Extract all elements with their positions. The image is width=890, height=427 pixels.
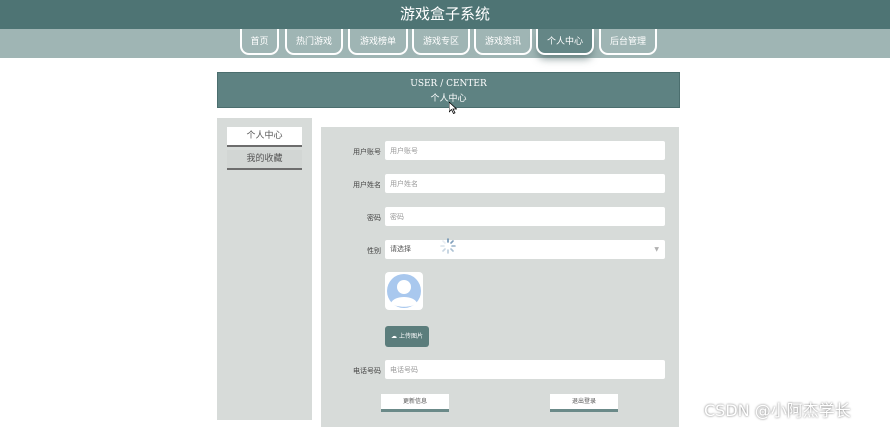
sidebar: 个人中心 我的收藏	[217, 118, 312, 420]
nav-item-game-rankings[interactable]: 游戏榜单	[348, 29, 408, 55]
sidebar-item-user-center[interactable]: 个人中心	[227, 127, 302, 147]
name-label: 用户姓名	[353, 181, 381, 189]
nav-item-hot-games[interactable]: 热门游戏	[285, 29, 343, 55]
gender-select[interactable]: 请选择 ▼	[385, 240, 665, 259]
loading-spinner-icon	[440, 238, 456, 254]
password-input[interactable]	[385, 207, 665, 226]
password-label: 密码	[367, 214, 381, 222]
watermark: CSDN @小阿杰学长	[704, 401, 851, 420]
user-silhouette-icon	[387, 274, 421, 308]
sidebar-item-favorites[interactable]: 我的收藏	[227, 150, 302, 170]
banner-subtitle-en: USER / CENTER	[410, 79, 487, 89]
nav-item-user-center[interactable]: 个人中心	[536, 29, 594, 55]
logout-button[interactable]: 退出登录	[550, 394, 618, 412]
upload-button-label: 上传图片	[398, 333, 423, 340]
phone-label: 电话号码	[353, 367, 381, 375]
nav-item-game-news[interactable]: 游戏资讯	[474, 29, 532, 55]
phone-input[interactable]	[385, 360, 665, 379]
gender-label: 性别	[367, 247, 381, 255]
user-info-form: 用户账号 用户姓名 密码 性别 请选择 ▼ ☁ 上传图片 电话号码 更新信息 退…	[321, 127, 679, 427]
avatar-preview	[385, 272, 423, 310]
mouse-cursor-icon	[449, 102, 457, 114]
name-input[interactable]	[385, 174, 665, 193]
account-input[interactable]	[385, 141, 665, 160]
nav-item-game-zone[interactable]: 游戏专区	[412, 29, 470, 55]
upload-image-button[interactable]: ☁ 上传图片	[385, 326, 429, 347]
update-info-button[interactable]: 更新信息	[381, 394, 449, 412]
gender-select-value: 请选择	[390, 245, 411, 253]
main-nav: 首页 热门游戏 游戏榜单 游戏专区 游戏资讯 个人中心 后台管理	[0, 29, 890, 58]
top-header: 游戏盒子系统	[0, 0, 890, 29]
caret-down-icon: ▼	[654, 246, 659, 253]
site-title: 游戏盒子系统	[399, 5, 490, 23]
nav-item-home[interactable]: 首页	[240, 29, 279, 55]
nav-item-admin[interactable]: 后台管理	[599, 29, 657, 55]
account-label: 用户账号	[353, 148, 381, 156]
cloud-upload-icon: ☁	[391, 333, 398, 340]
